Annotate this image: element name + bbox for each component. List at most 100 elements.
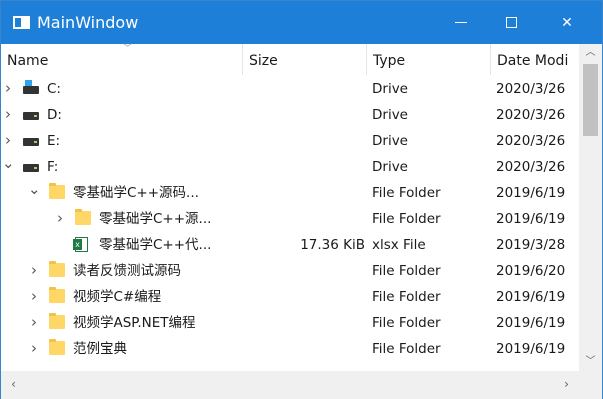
system-drive-icon xyxy=(23,80,39,94)
row-size: 17.36 KiB xyxy=(300,237,365,253)
tree-row[interactable]: › 范例宝典 File Folder 2019/6/19 xyxy=(1,335,579,361)
row-size xyxy=(243,205,365,231)
scrollbar-corner xyxy=(579,371,602,399)
column-header-name[interactable]: Name xyxy=(1,44,243,75)
row-date: 2020/3/26 xyxy=(496,159,566,175)
app-window-icon xyxy=(13,16,30,29)
close-button[interactable]: ✕ xyxy=(544,1,590,44)
tree-row[interactable]: › 读者反馈测试源码 File Folder 2019/6/20 xyxy=(1,257,579,283)
row-size xyxy=(243,309,365,335)
chevron-right-icon[interactable]: › xyxy=(28,257,40,283)
scroll-right-icon[interactable]: › xyxy=(558,376,575,393)
chevron-right-icon[interactable]: › xyxy=(2,127,14,153)
column-header-date-label: Date Modi xyxy=(497,53,569,69)
column-header-type-label: Type xyxy=(373,53,406,69)
row-name: 读者反馈测试源码 xyxy=(73,263,181,279)
main-window: MainWindow ✕ Name ﹀ Size Type Date Modi … xyxy=(0,0,603,399)
row-name: 零基础学C++代... xyxy=(99,237,212,253)
title-bar[interactable]: MainWindow ✕ xyxy=(1,1,602,44)
row-date: 2019/6/19 xyxy=(496,315,566,331)
row-size xyxy=(243,257,365,283)
row-date: 2019/3/28 xyxy=(496,237,566,253)
row-name: C: xyxy=(47,81,61,97)
row-size xyxy=(243,335,365,361)
folder-icon xyxy=(75,209,91,225)
row-date: 2019/6/19 xyxy=(496,289,566,305)
column-header-name-label: Name xyxy=(7,53,49,69)
tree-row[interactable]: › 视频学ASP.NET编程 File Folder 2019/6/19 xyxy=(1,309,579,335)
chevron-right-icon[interactable]: › xyxy=(54,205,66,231)
folder-icon xyxy=(49,183,65,199)
tree-row[interactable]: ⌄ F: Drive 2020/3/26 xyxy=(1,153,579,179)
vertical-scroll-thumb[interactable] xyxy=(583,64,598,136)
row-type: Drive xyxy=(372,107,408,123)
column-header-date[interactable]: Date Modi xyxy=(491,44,579,75)
row-type: File Folder xyxy=(372,315,441,331)
scroll-up-icon[interactable]: ︿ xyxy=(579,44,602,62)
row-size xyxy=(243,283,365,309)
chevron-right-icon[interactable]: › xyxy=(2,75,14,101)
scroll-left-icon[interactable]: ‹ xyxy=(5,376,22,393)
row-name: 视频学C#编程 xyxy=(73,289,162,305)
tree-row[interactable]: › 视频学C#编程 File Folder 2019/6/19 xyxy=(1,283,579,309)
tree-row[interactable]: › E: Drive 2020/3/26 xyxy=(1,127,579,153)
row-name: D: xyxy=(47,107,62,123)
minimize-button[interactable] xyxy=(438,1,484,44)
row-type: File Folder xyxy=(372,289,441,305)
row-type: File Folder xyxy=(372,185,441,201)
column-header-size-label: Size xyxy=(249,53,278,69)
maximize-icon xyxy=(505,17,517,28)
row-type: File Folder xyxy=(372,263,441,279)
row-name: 零基础学C++源... xyxy=(99,211,212,227)
row-size xyxy=(243,75,365,101)
row-name: 范例宝典 xyxy=(73,341,127,357)
row-date: 2019/6/19 xyxy=(496,185,566,201)
tree-row[interactable]: › C: Drive 2020/3/26 xyxy=(1,75,579,101)
column-header-size[interactable]: Size xyxy=(243,44,367,75)
tree-row[interactable]: 零基础学C++代... 17.36 KiB xlsx File 2019/3/28 xyxy=(1,231,579,257)
row-type: File Folder xyxy=(372,211,441,227)
row-date: 2019/6/20 xyxy=(496,263,566,279)
row-type: Drive xyxy=(372,81,408,97)
scroll-down-icon[interactable]: ﹀ xyxy=(579,353,602,371)
close-icon: ✕ xyxy=(561,14,573,31)
tree-list: › C: Drive 2020/3/26 › D: Drive 2020/3/26 › E: Dri… xyxy=(1,75,579,371)
chevron-down-icon[interactable]: ⌄ xyxy=(2,153,15,179)
folder-icon xyxy=(49,339,65,355)
row-date: 2020/3/26 xyxy=(496,81,566,97)
window-title: MainWindow xyxy=(37,13,139,32)
row-name: F: xyxy=(47,159,59,175)
tree-row[interactable]: › D: Drive 2020/3/26 xyxy=(1,101,579,127)
chevron-right-icon[interactable]: › xyxy=(2,101,14,127)
tree-row[interactable]: › 零基础学C++源... File Folder 2019/6/19 xyxy=(1,205,579,231)
tree-row[interactable]: ⌄ 零基础学C++源码... File Folder 2019/6/19 xyxy=(1,179,579,205)
row-size xyxy=(243,127,365,153)
vertical-scrollbar[interactable]: ︿ ﹀ xyxy=(579,44,602,371)
row-type: Drive xyxy=(372,133,408,149)
row-date: 2019/6/19 xyxy=(496,341,566,357)
row-size xyxy=(243,101,365,127)
row-name: E: xyxy=(47,133,61,149)
row-name: 视频学ASP.NET编程 xyxy=(73,315,196,331)
drive-icon xyxy=(23,164,39,172)
sort-indicator-icon: ﹀ xyxy=(123,44,133,54)
chevron-right-icon[interactable]: › xyxy=(28,283,40,309)
maximize-button[interactable] xyxy=(488,1,534,44)
row-date: 2019/6/19 xyxy=(496,211,566,227)
column-header: Name ﹀ Size Type Date Modi xyxy=(1,44,579,75)
row-type: Drive xyxy=(372,159,408,175)
row-type: File Folder xyxy=(372,341,441,357)
chevron-right-icon[interactable]: › xyxy=(28,335,40,361)
horizontal-scrollbar[interactable]: ‹ › xyxy=(1,371,579,399)
chevron-right-icon[interactable]: › xyxy=(28,309,40,335)
row-date: 2020/3/26 xyxy=(496,133,566,149)
excel-file-icon xyxy=(73,237,88,252)
chevron-down-icon[interactable]: ⌄ xyxy=(28,179,41,205)
row-date: 2020/3/26 xyxy=(496,107,566,123)
row-size xyxy=(243,153,365,179)
drive-icon xyxy=(23,138,39,146)
minimize-icon xyxy=(455,22,467,23)
folder-icon xyxy=(49,287,65,303)
column-header-type[interactable]: Type xyxy=(367,44,491,75)
drive-icon xyxy=(23,112,39,120)
